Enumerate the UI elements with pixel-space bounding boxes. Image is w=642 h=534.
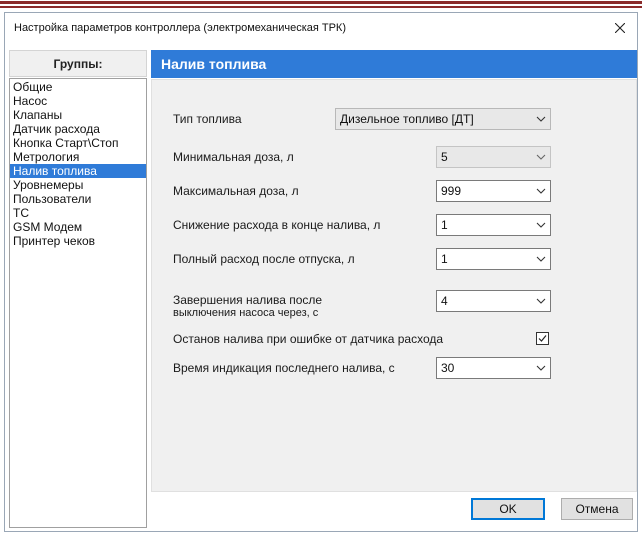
last-fill-time-label: Время индикация последнего налива, с xyxy=(173,361,395,375)
chevron-down-icon xyxy=(536,188,546,194)
flow-reduction-value: 1 xyxy=(441,218,448,232)
chevron-down-icon xyxy=(536,365,546,371)
last-fill-time-value: 30 xyxy=(441,361,455,375)
chevron-down-icon xyxy=(536,298,546,304)
groups-header-label: Группы: xyxy=(53,57,103,71)
group-item-flow-sensor[interactable]: Датчик расхода xyxy=(10,122,146,136)
full-flow-label: Полный расход после отпуска, л xyxy=(173,252,355,266)
close-icon xyxy=(615,23,625,33)
window-title: Настройка параметров контроллера (электр… xyxy=(14,22,347,34)
top-decor-stripes xyxy=(0,0,642,11)
checkmark-icon xyxy=(538,335,547,342)
settings-dialog: Настройка параметров контроллера (электр… xyxy=(4,12,638,532)
title-bar: Настройка параметров контроллера (электр… xyxy=(5,13,637,43)
full-flow-value: 1 xyxy=(441,252,448,266)
chevron-down-icon xyxy=(536,116,546,122)
min-dose-select[interactable]: 5 xyxy=(436,146,551,168)
groups-list[interactable]: Общие Насос Клапаны Датчик расхода Кнопк… xyxy=(9,78,147,528)
group-item-metrology[interactable]: Метрология xyxy=(10,150,146,164)
stop-on-error-label: Останов налива при ошибке от датчика рас… xyxy=(173,332,444,346)
group-item-fuel-dispensing[interactable]: Налив топлива xyxy=(10,164,146,178)
group-item-level-gauges[interactable]: Уровнемеры xyxy=(10,178,146,192)
dialog-footer: OK Отмена xyxy=(151,493,637,531)
finish-delay-select[interactable]: 4 xyxy=(436,290,551,312)
group-item-valves[interactable]: Клапаны xyxy=(10,108,146,122)
fuel-type-value: Дизельное топливо [ДТ] xyxy=(340,112,474,126)
finish-delay-value: 4 xyxy=(441,294,448,308)
fuel-type-select[interactable]: Дизельное топливо [ДТ] xyxy=(335,108,551,130)
top-stripe xyxy=(0,6,642,8)
flow-reduction-select[interactable]: 1 xyxy=(436,214,551,236)
group-item-ts[interactable]: ТС xyxy=(10,206,146,220)
max-dose-label: Максимальная доза, л xyxy=(173,184,299,198)
panel-title: Налив топлива xyxy=(161,56,267,72)
finish-delay-label-line2: выключения насоса через, с xyxy=(173,307,319,319)
chevron-down-icon xyxy=(536,256,546,262)
group-item-start-stop-button[interactable]: Кнопка Старт\Стоп xyxy=(10,136,146,150)
group-item-gsm-modem[interactable]: GSM Модем xyxy=(10,220,146,234)
min-dose-label: Минимальная доза, л xyxy=(173,150,294,164)
chevron-down-icon xyxy=(536,154,546,160)
fuel-settings-panel: Тип топлива Дизельное топливо [ДТ] Миним… xyxy=(151,79,637,492)
group-item-general[interactable]: Общие xyxy=(10,80,146,94)
ok-button[interactable]: OK xyxy=(471,498,545,520)
chevron-down-icon xyxy=(536,222,546,228)
flow-reduction-label: Снижение расхода в конце налива, л xyxy=(173,218,381,232)
cancel-button[interactable]: Отмена xyxy=(561,498,633,520)
min-dose-value: 5 xyxy=(441,150,448,164)
last-fill-time-select[interactable]: 30 xyxy=(436,357,551,379)
stop-on-error-checkbox[interactable] xyxy=(536,332,549,345)
groups-header: Группы: xyxy=(9,50,147,77)
group-item-users[interactable]: Пользователи xyxy=(10,192,146,206)
top-stripe xyxy=(0,1,642,4)
fuel-type-label: Тип топлива xyxy=(173,112,242,126)
full-flow-select[interactable]: 1 xyxy=(436,248,551,270)
group-item-receipt-printer[interactable]: Принтер чеков xyxy=(10,234,146,248)
close-button[interactable] xyxy=(607,15,633,41)
panel-header: Налив топлива xyxy=(151,50,637,78)
finish-delay-label-line1: Завершения налива после xyxy=(173,293,323,307)
max-dose-select[interactable]: 999 xyxy=(436,180,551,202)
group-item-pump[interactable]: Насос xyxy=(10,94,146,108)
max-dose-value: 999 xyxy=(441,184,462,198)
